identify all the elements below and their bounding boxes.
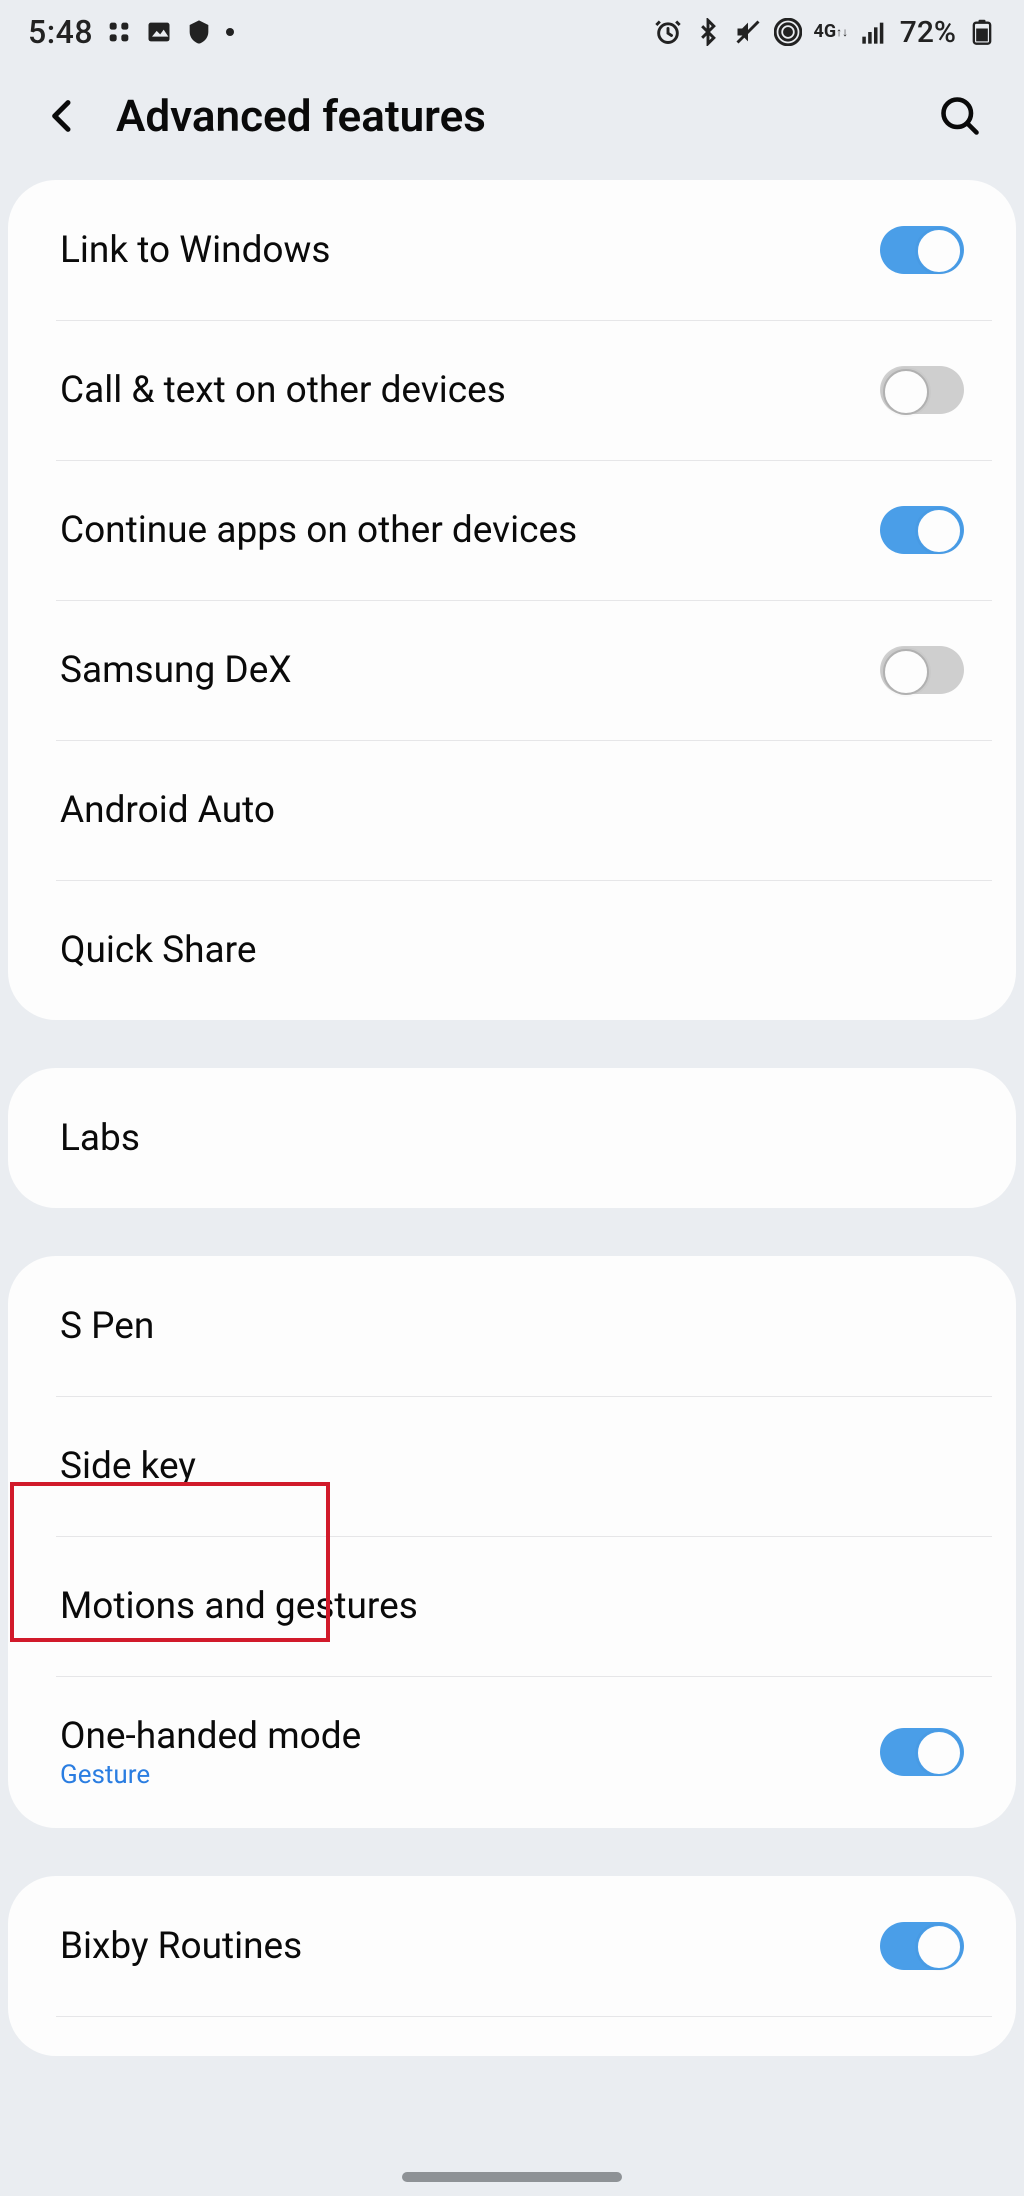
row-partial[interactable]	[8, 2016, 1016, 2056]
row-label: S Pen	[60, 1305, 964, 1348]
battery-icon	[968, 18, 996, 46]
toggle-call-text-other-devices[interactable]	[880, 366, 964, 414]
row-sublabel: Gesture	[60, 1760, 880, 1790]
row-label: Link to Windows	[60, 229, 880, 272]
back-button[interactable]	[42, 95, 84, 137]
status-bar: 5:48 4G↑↓ 72%	[0, 0, 1024, 64]
row-labs[interactable]: Labs	[8, 1068, 1016, 1208]
row-samsung-dex[interactable]: Samsung DeX	[8, 600, 1016, 740]
shield-icon	[185, 18, 213, 46]
settings-group-2: Labs	[8, 1068, 1016, 1208]
row-quick-share[interactable]: Quick Share	[8, 880, 1016, 1020]
page-title: Advanced features	[116, 90, 906, 142]
toggle-continue-apps[interactable]	[880, 506, 964, 554]
dot-icon	[225, 27, 235, 37]
row-label: Call & text on other devices	[60, 369, 880, 412]
row-one-handed-mode[interactable]: One-handed mode Gesture	[8, 1676, 1016, 1828]
row-s-pen[interactable]: S Pen	[8, 1256, 1016, 1396]
alarm-icon	[654, 18, 682, 46]
battery-percent: 72%	[900, 15, 956, 50]
network-4g-icon: 4G↑↓	[814, 18, 848, 46]
status-left: 5:48	[28, 13, 235, 51]
gesture-bar[interactable]	[402, 2172, 622, 2182]
status-clock: 5:48	[28, 13, 93, 51]
row-continue-apps[interactable]: Continue apps on other devices	[8, 460, 1016, 600]
row-android-auto[interactable]: Android Auto	[8, 740, 1016, 880]
row-label: One-handed mode	[60, 1715, 880, 1758]
row-bixby-routines[interactable]: Bixby Routines	[8, 1876, 1016, 2016]
row-label: Quick Share	[60, 929, 964, 972]
toggle-samsung-dex[interactable]	[880, 646, 964, 694]
page-header: Advanced features	[0, 64, 1024, 180]
toggle-bixby-routines[interactable]	[880, 1922, 964, 1970]
row-link-to-windows[interactable]: Link to Windows	[8, 180, 1016, 320]
row-label: Samsung DeX	[60, 649, 880, 692]
toggle-link-to-windows[interactable]	[880, 226, 964, 274]
search-button[interactable]	[938, 94, 982, 138]
toggle-one-handed-mode[interactable]	[880, 1728, 964, 1776]
bluetooth-icon	[694, 18, 722, 46]
highlight-side-key	[10, 1482, 330, 1642]
status-right: 4G↑↓ 72%	[654, 15, 996, 50]
row-label: Android Auto	[60, 789, 964, 832]
row-label: Bixby Routines	[60, 1925, 880, 1968]
settings-group-1: Link to Windows Call & text on other dev…	[8, 180, 1016, 1020]
settings-group-4: Bixby Routines	[8, 1876, 1016, 2056]
mute-icon	[734, 18, 762, 46]
row-label: Labs	[60, 1117, 964, 1160]
hotspot-icon	[774, 18, 802, 46]
image-icon	[145, 18, 173, 46]
row-label: Continue apps on other devices	[60, 509, 880, 552]
signal-icon	[860, 18, 888, 46]
row-call-text-other-devices[interactable]: Call & text on other devices	[8, 320, 1016, 460]
slack-icon	[105, 18, 133, 46]
